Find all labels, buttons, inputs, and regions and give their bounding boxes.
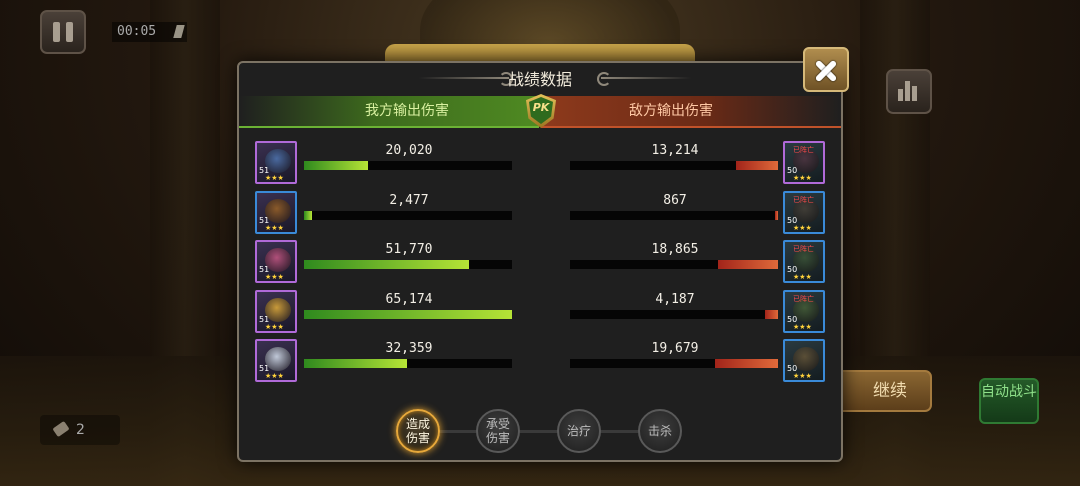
ticket-icon xyxy=(173,25,185,38)
enemy-damage-bar xyxy=(570,309,778,319)
ally-damage-bar xyxy=(304,210,512,220)
enemy-damage-bar xyxy=(570,359,778,368)
ally-damage-value: 65,174 xyxy=(385,291,433,307)
enemy-damage-value: 18,865 xyxy=(651,242,699,257)
hero-stars: ★★★ xyxy=(265,273,284,281)
tab-label: 治疗 xyxy=(566,424,591,438)
bar-chart-icon xyxy=(898,89,903,101)
auto-battle-button[interactable]: 自动战斗 xyxy=(979,378,1039,424)
hero-stars: ★★★ xyxy=(793,273,812,281)
enemy-damage-bar-fill xyxy=(764,309,778,319)
dialog-title: 战绩数据 xyxy=(507,70,572,89)
ally-header: 我方输出伤害 xyxy=(239,96,539,128)
ally-hero-avatar[interactable]: 51 ★★★ xyxy=(255,240,297,283)
damage-row: 51 ★★★ 51,770 18,865 已阵亡 50 ★★★ xyxy=(239,238,841,284)
ally-header-label: 我方输出伤害 xyxy=(365,103,449,119)
enemy-hero-avatar[interactable]: 已阵亡 50 ★★★ xyxy=(783,190,825,234)
ally-damage-bar-fill xyxy=(304,359,408,368)
damage-row: 51 ★★★ 65,174 4,187 已阵亡 50 ★★★ xyxy=(239,288,841,334)
hero-stars: ★★★ xyxy=(793,372,812,380)
tab-healing[interactable]: 治疗 xyxy=(557,409,601,453)
ally-damage-value: 2,477 xyxy=(389,192,429,208)
close-button[interactable] xyxy=(803,47,849,92)
ally-damage-bar xyxy=(304,359,512,368)
enemy-header: 敌方输出伤害 xyxy=(541,96,841,128)
ally-damage-bar xyxy=(304,161,512,170)
enemy-damage-bar xyxy=(570,210,778,220)
hero-stars: ★★★ xyxy=(265,174,284,182)
ally-hero-avatar[interactable]: 51 ★★★ xyxy=(255,190,297,234)
enemy-damage-bar xyxy=(570,161,778,170)
enemy-damage-value: 867 xyxy=(663,192,687,208)
ally-hero-avatar[interactable]: 51 ★★★ xyxy=(255,339,297,382)
tab-kills[interactable]: 击杀 xyxy=(638,409,682,453)
ally-damage-bar-fill xyxy=(304,309,512,319)
tab-damage-taken[interactable]: 承受伤害 xyxy=(476,409,520,453)
timer-text: 00:05 xyxy=(117,24,157,39)
enemy-header-label: 敌方输出伤害 xyxy=(629,103,713,119)
ally-damage-bar-fill xyxy=(304,210,312,220)
hero-stars: ★★★ xyxy=(793,322,812,331)
tab-connector xyxy=(429,430,655,433)
ally-damage-value: 20,020 xyxy=(385,143,433,158)
tab-label: 造成伤害 xyxy=(405,417,430,445)
pk-badge-text: PK xyxy=(532,101,550,114)
ally-damage-bar-fill xyxy=(304,161,368,170)
title-swirl-decoration xyxy=(601,77,691,79)
ally-damage-bar xyxy=(304,309,512,319)
bar-chart-icon xyxy=(905,81,910,101)
tab-damage-dealt[interactable]: 造成伤害 xyxy=(396,409,440,453)
ally-damage-value: 32,359 xyxy=(385,341,433,356)
continue-button[interactable]: 继续 xyxy=(828,370,932,412)
ally-damage-bar-fill xyxy=(304,260,470,269)
hero-dead-status: 已阵亡 xyxy=(793,195,814,204)
enemy-damage-bar-fill xyxy=(715,359,778,368)
enemy-damage-bar-fill xyxy=(775,210,778,220)
battle-stats-dialog: 战绩数据 我方输出伤害 敌方输出伤害 PK 51 ★★★ 20,020 13,2… xyxy=(237,61,843,462)
auto-battle-label: 自动战斗 xyxy=(981,384,1037,400)
hero-dead-status: 已阵亡 xyxy=(793,146,814,154)
damage-row: 51 ★★★ 20,020 13,214 已阵亡 50 ★★★ xyxy=(239,139,841,185)
enemy-hero-avatar[interactable]: 已阵亡 50 ★★★ xyxy=(783,141,825,184)
tab-label: 击杀 xyxy=(647,424,672,438)
item-counter: 2 xyxy=(40,415,120,445)
enemy-damage-bar-fill xyxy=(735,161,778,170)
ally-damage-bar xyxy=(304,260,512,269)
ally-hero-avatar[interactable]: 51 ★★★ xyxy=(255,141,297,184)
enemy-hero-avatar[interactable]: 50 ★★★ xyxy=(783,339,825,382)
tab-label: 承受伤害 xyxy=(485,417,510,445)
hero-stars: ★★★ xyxy=(265,322,284,331)
pause-button[interactable] xyxy=(40,10,86,54)
hero-stars: ★★★ xyxy=(265,372,284,380)
ally-damage-value: 51,770 xyxy=(385,242,433,257)
enemy-damage-value: 4,187 xyxy=(655,291,695,307)
stats-button[interactable] xyxy=(886,69,932,114)
enemy-hero-avatar[interactable]: 已阵亡 50 ★★★ xyxy=(783,240,825,283)
damage-row: 51 ★★★ 2,477 867 已阵亡 50 ★★★ xyxy=(239,189,841,235)
hero-stars: ★★★ xyxy=(793,223,812,232)
ally-hero-avatar[interactable]: 51 ★★★ xyxy=(255,289,297,333)
enemy-hero-avatar[interactable]: 已阵亡 50 ★★★ xyxy=(783,289,825,333)
enemy-damage-value: 19,679 xyxy=(651,341,699,356)
item-count: 2 xyxy=(76,422,85,438)
hero-stars: ★★★ xyxy=(265,223,284,232)
battle-timer: 00:05 xyxy=(112,22,187,42)
hero-dead-status: 已阵亡 xyxy=(793,245,814,253)
bar-chart-icon xyxy=(912,86,917,101)
enemy-damage-bar xyxy=(570,260,778,269)
enemy-damage-bar-fill xyxy=(717,260,778,269)
enemy-damage-value: 13,214 xyxy=(651,143,699,158)
stat-tabs: 造成伤害 承受伤害 治疗 击杀 xyxy=(239,407,841,455)
damage-row: 51 ★★★ 32,359 19,679 50 ★★★ xyxy=(239,337,841,383)
hero-dead-status: 已阵亡 xyxy=(793,294,814,303)
hero-stars: ★★★ xyxy=(793,174,812,182)
